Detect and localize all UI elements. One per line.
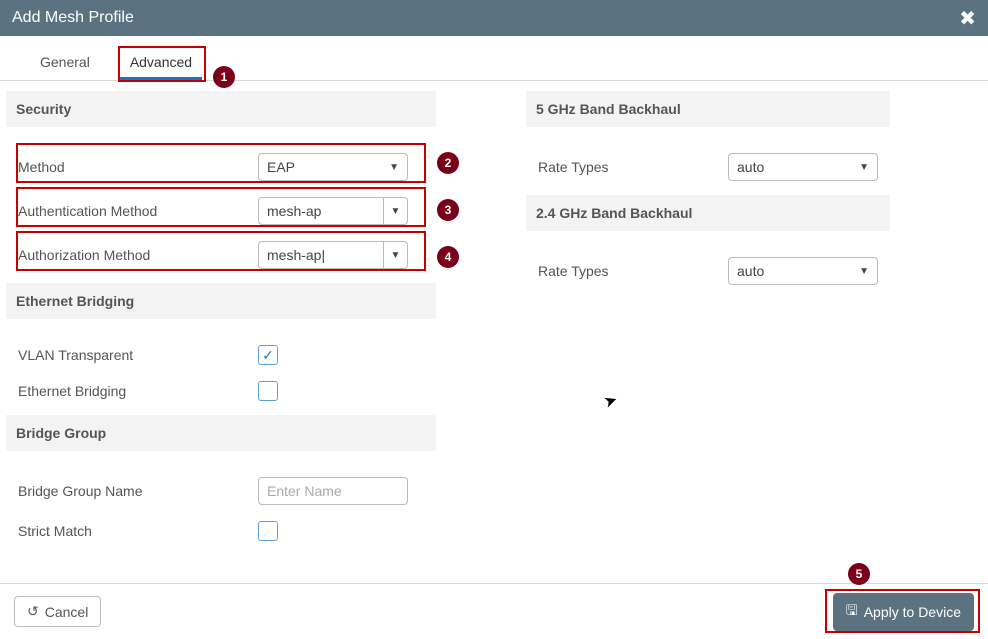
close-icon[interactable]: ✖ [959, 6, 976, 31]
method-select[interactable]: EAP ▼ [258, 153, 408, 181]
apply-label: Apply to Device [864, 604, 961, 620]
left-column: Security Method EAP ▼ 2 Authentication M… [6, 91, 436, 549]
content-columns: Security Method EAP ▼ 2 Authentication M… [0, 81, 988, 549]
row-authz: Authorization Method mesh-ap| ▼ [6, 233, 436, 277]
rate24-select[interactable]: auto ▼ [728, 257, 878, 285]
row-eb: Ethernet Bridging [6, 373, 436, 409]
section-24ghz: 2.4 GHz Band Backhaul [526, 195, 890, 231]
cancel-label: Cancel [45, 604, 89, 620]
authn-label: Authentication Method [18, 203, 258, 219]
check-icon: ✓ [262, 347, 274, 364]
section-security: Security [6, 91, 436, 127]
tab-advanced[interactable]: Advanced [110, 44, 212, 80]
tab-bar: General Advanced [0, 44, 988, 81]
authz-label: Authorization Method [18, 247, 258, 263]
bgname-label: Bridge Group Name [18, 483, 258, 499]
rate5-select[interactable]: auto ▼ [728, 153, 878, 181]
strict-checkbox[interactable] [258, 521, 278, 541]
strict-label: Strict Match [18, 523, 258, 539]
vlan-label: VLAN Transparent [18, 347, 258, 363]
row-method: Method EAP ▼ [6, 145, 436, 189]
right-column: 5 GHz Band Backhaul Rate Types auto ▼ 2.… [526, 91, 890, 549]
vlan-checkbox[interactable]: ✓ [258, 345, 278, 365]
eb-label: Ethernet Bridging [18, 383, 258, 399]
caret-icon: ▼ [389, 162, 399, 173]
eb-checkbox[interactable] [258, 381, 278, 401]
section-ether: Ethernet Bridging [6, 283, 436, 319]
authz-value: mesh-ap| [259, 242, 383, 268]
footer-bar: ↺ Cancel 🖫 Apply to Device [0, 583, 988, 639]
section-5ghz: 5 GHz Band Backhaul [526, 91, 890, 127]
rate5-label: Rate Types [538, 159, 728, 175]
caret-icon: ▼ [383, 198, 407, 224]
apply-button[interactable]: 🖫 Apply to Device [833, 593, 974, 631]
row-authn: Authentication Method mesh-ap ▼ [6, 189, 436, 233]
authn-combo[interactable]: mesh-ap ▼ [258, 197, 408, 225]
rate24-value: auto [737, 263, 764, 279]
annotation-badge-5: 5 [848, 563, 870, 585]
cancel-button[interactable]: ↺ Cancel [14, 596, 101, 627]
method-label: Method [18, 159, 258, 175]
save-icon: 🖫 [846, 600, 858, 624]
method-value: EAP [267, 159, 295, 175]
row-24ghz-rate: Rate Types auto ▼ [526, 249, 890, 293]
bgname-input[interactable]: Enter Name [258, 477, 408, 505]
caret-icon: ▼ [859, 162, 869, 173]
authn-value: mesh-ap [259, 198, 383, 224]
annotation-badge-2: 2 [437, 152, 459, 174]
section-bridge: Bridge Group [6, 415, 436, 451]
row-bgname: Bridge Group Name Enter Name [6, 469, 436, 513]
row-5ghz-rate: Rate Types auto ▼ [526, 145, 890, 189]
annotation-badge-4: 4 [437, 246, 459, 268]
tab-general[interactable]: General [20, 44, 110, 80]
annotation-badge-3: 3 [437, 199, 459, 221]
row-strict: Strict Match [6, 513, 436, 549]
rate24-label: Rate Types [538, 263, 728, 279]
caret-icon: ▼ [859, 266, 869, 277]
undo-icon: ↺ [27, 603, 39, 620]
authz-combo[interactable]: mesh-ap| ▼ [258, 241, 408, 269]
title-bar: Add Mesh Profile ✖ [0, 0, 988, 36]
row-vlan: VLAN Transparent ✓ [6, 337, 436, 373]
window-title: Add Mesh Profile [12, 9, 134, 27]
rate5-value: auto [737, 159, 764, 175]
caret-icon: ▼ [383, 242, 407, 268]
